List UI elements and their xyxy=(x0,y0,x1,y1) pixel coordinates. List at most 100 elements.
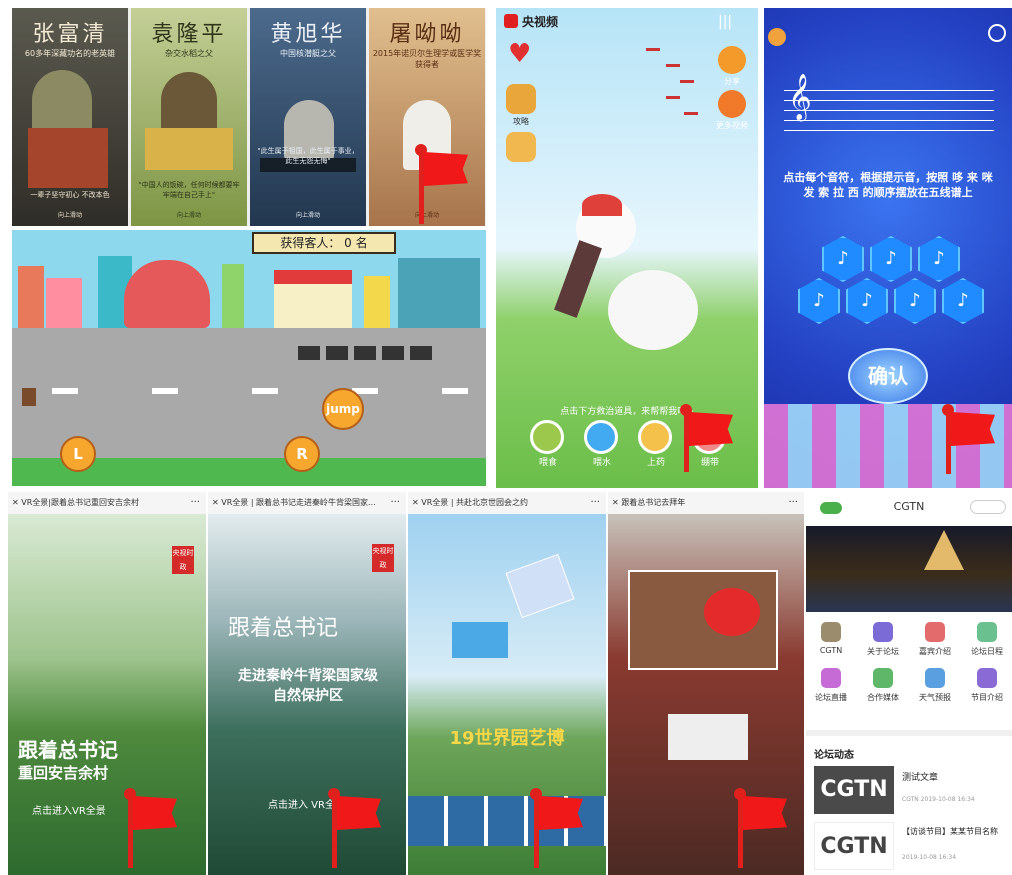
page-title: VR全景 | 共赴北京世园会之约 xyxy=(421,498,529,507)
page-title: VR全景 | 跟着总书记走进秦岭牛背梁国家... xyxy=(221,498,376,507)
news-meta: CGTN 2019-10-08 16:34 xyxy=(902,796,975,803)
news-title[interactable]: 【访谈节目】某某节目名称 xyxy=(902,826,1010,837)
portrait-gallery: 张富清 60多年深藏功名的老英雄 一辈子坚守初心 不改本色 向上滑动 袁隆平 杂… xyxy=(12,8,486,226)
capsule-menu-icon[interactable] xyxy=(970,500,1006,514)
portrait-card[interactable]: 屠呦呦 2015年诺贝尔生理学或医学奖获得者 向上滑动 xyxy=(369,8,485,226)
swipe-up-button[interactable]: 向上滑动 xyxy=(46,210,94,222)
more-icon[interactable]: ··· xyxy=(590,492,600,514)
lantern xyxy=(704,588,760,636)
close-icon[interactable]: ✕ xyxy=(412,498,419,507)
medicine-button[interactable]: 上药 xyxy=(638,420,672,468)
note-tile[interactable]: ♪ xyxy=(870,236,912,282)
water-button[interactable]: 喂水 xyxy=(584,420,618,468)
portrait-card[interactable]: 张富清 60多年深藏功名的老英雄 一辈子坚守初心 不改本色 向上滑动 xyxy=(12,8,128,226)
feed-button[interactable]: 喂食 xyxy=(530,420,564,468)
close-icon[interactable]: ✕ xyxy=(612,498,619,507)
portrait-name: 张富清 xyxy=(32,22,108,47)
menu-item[interactable]: 节目介绍 xyxy=(962,668,1012,703)
news-thumbnail[interactable]: CGTN xyxy=(814,766,894,814)
page-title: 跟着总书记去拜年 xyxy=(621,498,686,507)
note-tile[interactable]: ♪ xyxy=(846,278,888,324)
page-title-bar: ✕ VR全景|跟着总书记重回安吉余村 ··· xyxy=(8,492,206,514)
calendar-icon xyxy=(977,622,997,642)
divider xyxy=(806,730,1012,736)
note-tile[interactable]: ♪ xyxy=(942,278,984,324)
portrait-card[interactable]: 袁隆平 杂交水稻之父 "中国人的饭碗，任何时候都要牢牢端在自己手上" 向上滑动 xyxy=(131,8,247,226)
portrait-quote: "中国人的饭碗，任何时候都要牢牢端在自己手上" xyxy=(138,181,240,199)
more-video-icon[interactable] xyxy=(718,90,746,118)
laptop-row xyxy=(298,346,438,360)
table xyxy=(668,714,748,760)
banner-image[interactable] xyxy=(806,526,1012,612)
audio-icon[interactable]: ||| xyxy=(718,14,732,30)
note-tile[interactable]: ♪ xyxy=(798,278,840,324)
wiki-icon[interactable]: 攻略 xyxy=(506,84,536,126)
menu-item[interactable]: 论坛直播 xyxy=(806,668,856,703)
note-tile[interactable]: ♪ xyxy=(918,236,960,282)
menu-item[interactable]: 关于论坛 xyxy=(858,622,908,657)
runner-character xyxy=(22,388,36,406)
music-toggle-icon[interactable] xyxy=(988,24,1006,42)
portrait-subtitle: 中国核潜艇之父 xyxy=(280,49,336,58)
close-icon[interactable]: ✕ xyxy=(12,498,19,507)
portrait-card[interactable]: 黄旭华 中国核潜艇之父 "此生属于祖国，此生属于事业，此生无怨无悔" 向上滑动 xyxy=(250,8,366,226)
planet-icon xyxy=(768,28,786,46)
app-logo-icon xyxy=(504,14,518,28)
menu-item[interactable]: 嘉宾介绍 xyxy=(910,622,960,657)
confirm-button[interactable]: 确认 xyxy=(848,348,928,404)
left-button[interactable]: L xyxy=(60,436,96,472)
share-icon[interactable] xyxy=(718,46,746,74)
menu-item[interactable]: 合作媒体 xyxy=(858,668,908,703)
info-sign xyxy=(452,622,508,658)
swipe-up-button[interactable]: 向上滑动 xyxy=(403,210,451,222)
swipe-up-button[interactable]: 向上滑动 xyxy=(165,210,213,222)
cgtn-app: CGTN CGTN 关于论坛 嘉宾介绍 论坛日程 论坛直播 合作媒体 天气预报 … xyxy=(806,492,1012,875)
flying-birds xyxy=(636,38,706,118)
crane-rescue-game: 央视频 ||| ♥ 攻略 分享 更多视频 点击下方救治道具，来帮帮我吧~ 喂食 … xyxy=(496,8,758,488)
more-icon[interactable]: ··· xyxy=(390,492,400,514)
close-icon[interactable]: ✕ xyxy=(212,498,219,507)
vr-page-qinling: ✕ VR全景 | 跟着总书记走进秦岭牛背梁国家... ··· 央视时政 跟着总书… xyxy=(208,492,406,875)
vr-cover[interactable]: 央视时政 跟着总书记 重回安吉余村 点击进入VR全景 xyxy=(8,514,206,875)
note-tile[interactable]: ♪ xyxy=(822,236,864,282)
heart-icon[interactable]: ♥ xyxy=(508,41,534,67)
page-title: VR全景|跟着总书记重回安吉余村 xyxy=(21,498,139,507)
right-button[interactable]: R xyxy=(284,436,320,472)
rice-sheaf xyxy=(145,128,233,170)
vr-page-expo: ✕ VR全景 | 共赴北京世园会之约 ··· 19世界园艺博 xyxy=(408,492,606,875)
city-skyline xyxy=(12,256,486,328)
music-note-game: 𝄞 点击每个音符，根据提示音，按照 哆 来 咪 发 索 拉 西 的顺序摆放在五线… xyxy=(764,8,1012,488)
cgtn-icon xyxy=(821,622,841,642)
more-icon[interactable]: ··· xyxy=(190,492,200,514)
book-icon[interactable] xyxy=(506,132,536,162)
wiki-label: 攻略 xyxy=(513,117,529,126)
news-meta: 2019-10-08 16:34 xyxy=(902,854,957,861)
app-name: 央视频 xyxy=(522,15,559,29)
cover-title: 跟着总书记 xyxy=(18,738,118,762)
instruction-text: 点击每个音符，根据提示音，按照 哆 来 咪 发 索 拉 西 的顺序摆放在五线谱上 xyxy=(783,171,993,199)
menu-item[interactable]: CGTN xyxy=(806,622,856,655)
cover-title: 19世界园艺博 xyxy=(449,728,565,749)
menu-item[interactable]: 论坛日程 xyxy=(962,622,1012,657)
news-title[interactable]: 测试文章 xyxy=(902,770,938,783)
vr-page-new-year: ✕ 跟着总书记去拜年 ··· xyxy=(608,492,804,875)
news-thumbnail[interactable]: CGTN xyxy=(814,822,894,870)
portrait-figure xyxy=(28,128,108,188)
menu-item[interactable]: 天气预报 xyxy=(910,668,960,703)
crane-crown xyxy=(582,194,622,216)
portrait-name: 黄旭华 xyxy=(270,22,346,47)
section-title: 论坛动态 xyxy=(814,750,854,761)
mini-map[interactable] xyxy=(505,553,575,619)
cover-subtitle: 走进秦岭牛背梁国家级自然保护区 xyxy=(238,668,378,704)
crane-body xyxy=(608,270,698,350)
portrait-quote: "此生属于祖国，此生属于事业，此生无怨无悔" xyxy=(257,147,359,165)
treble-clef-icon: 𝄞 xyxy=(788,74,812,120)
swipe-up-button[interactable]: 向上滑动 xyxy=(284,210,332,222)
note-tile[interactable]: ♪ xyxy=(894,278,936,324)
chat-icon xyxy=(873,622,893,642)
badge: 央视时政 xyxy=(372,544,394,572)
more-icon[interactable]: ··· xyxy=(788,492,798,514)
portrait-subtitle: 杂交水稻之父 xyxy=(165,49,213,58)
jump-button[interactable]: jump xyxy=(322,388,364,430)
badge: 央视时政 xyxy=(172,546,194,574)
